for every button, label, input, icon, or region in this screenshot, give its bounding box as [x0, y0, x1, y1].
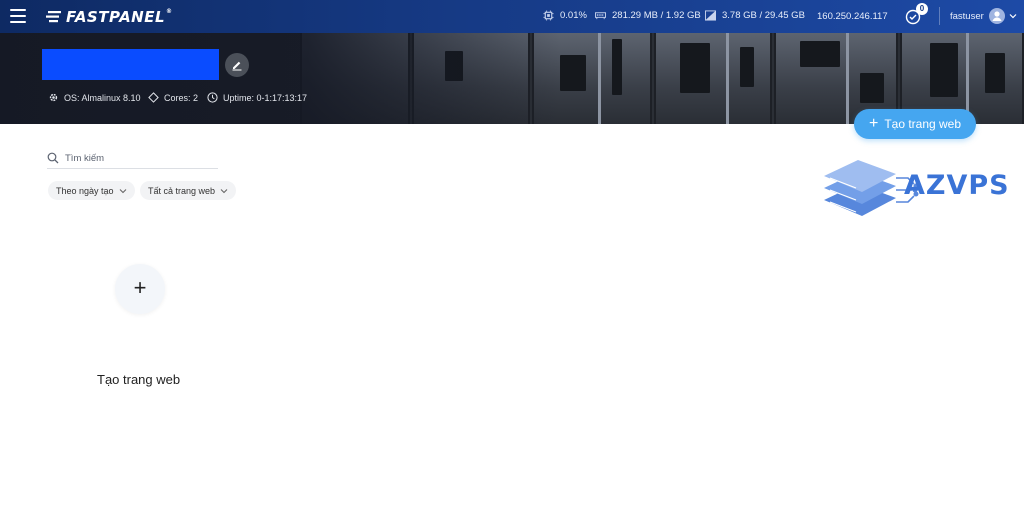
disk-icon: [705, 10, 716, 21]
search-input[interactable]: [65, 152, 205, 164]
ram-value: 281.29 MB / 1.92 GB: [612, 10, 701, 21]
os-value: OS: Almalinux 8.10: [64, 92, 141, 103]
cpu-stat: 0.01%: [543, 10, 587, 21]
uptime-value: Uptime: 0-1:17:13:17: [223, 92, 308, 103]
cpu-icon: [543, 10, 554, 21]
search-box: [47, 148, 218, 169]
username[interactable]: fastuser: [950, 11, 984, 22]
ram-stat: 281.29 MB / 1.92 GB: [595, 10, 701, 21]
search-icon: [47, 152, 59, 164]
top-bar: FASTPANEL® 0.01% 281.29 MB / 1.92 GB 3.7…: [0, 0, 1024, 33]
cpu-value: 0.01%: [560, 10, 587, 21]
user-avatar-icon[interactable]: [989, 8, 1005, 24]
site-type-filter[interactable]: Tất cả trang web: [140, 181, 237, 200]
sort-filter[interactable]: Theo ngày tạo: [48, 181, 135, 200]
create-site-label: Tạo trang web: [884, 117, 962, 131]
chevron-down-icon[interactable]: [1009, 12, 1017, 20]
fastpanel-logo[interactable]: FASTPANEL®: [46, 8, 173, 26]
cores-info: Cores: 2: [148, 92, 198, 103]
uptime-info: Uptime: 0-1:17:13:17: [207, 92, 307, 103]
ip-address: 160.250.246.117: [817, 11, 888, 22]
site-type-filter-label: Tất cả trang web: [148, 185, 216, 196]
chevron-down-icon: [119, 188, 126, 193]
create-site-button[interactable]: + Tạo trang web: [854, 109, 976, 139]
notification-badge: 0: [916, 3, 928, 15]
add-site-label: Tạo trang web: [97, 372, 181, 387]
disk-stat: 3.78 GB / 29.45 GB: [705, 10, 805, 21]
diamond-icon: [148, 92, 159, 103]
memory-icon: [595, 12, 606, 20]
azvps-watermark-text: AZVPS: [904, 170, 1010, 201]
edit-server-name-button[interactable]: [225, 53, 249, 77]
gear-icon: [49, 93, 58, 102]
menu-icon[interactable]: [10, 9, 26, 23]
cores-value: Cores: 2: [164, 92, 199, 103]
server-name-redacted: [42, 49, 219, 80]
topbar-divider: [939, 7, 940, 25]
add-site-card[interactable]: +: [115, 264, 165, 314]
plus-icon: +: [868, 114, 879, 132]
sort-filter-label: Theo ngày tạo: [56, 185, 114, 196]
logo-icon: [46, 11, 61, 23]
os-info: OS: Almalinux 8.10: [48, 92, 141, 103]
disk-value: 3.78 GB / 29.45 GB: [722, 10, 805, 21]
logo-text: FASTPANEL®: [66, 8, 173, 26]
chevron-down-icon: [220, 188, 228, 193]
clock-icon: [207, 92, 218, 103]
plus-icon: +: [133, 275, 147, 300]
pencil-icon: [232, 61, 242, 71]
